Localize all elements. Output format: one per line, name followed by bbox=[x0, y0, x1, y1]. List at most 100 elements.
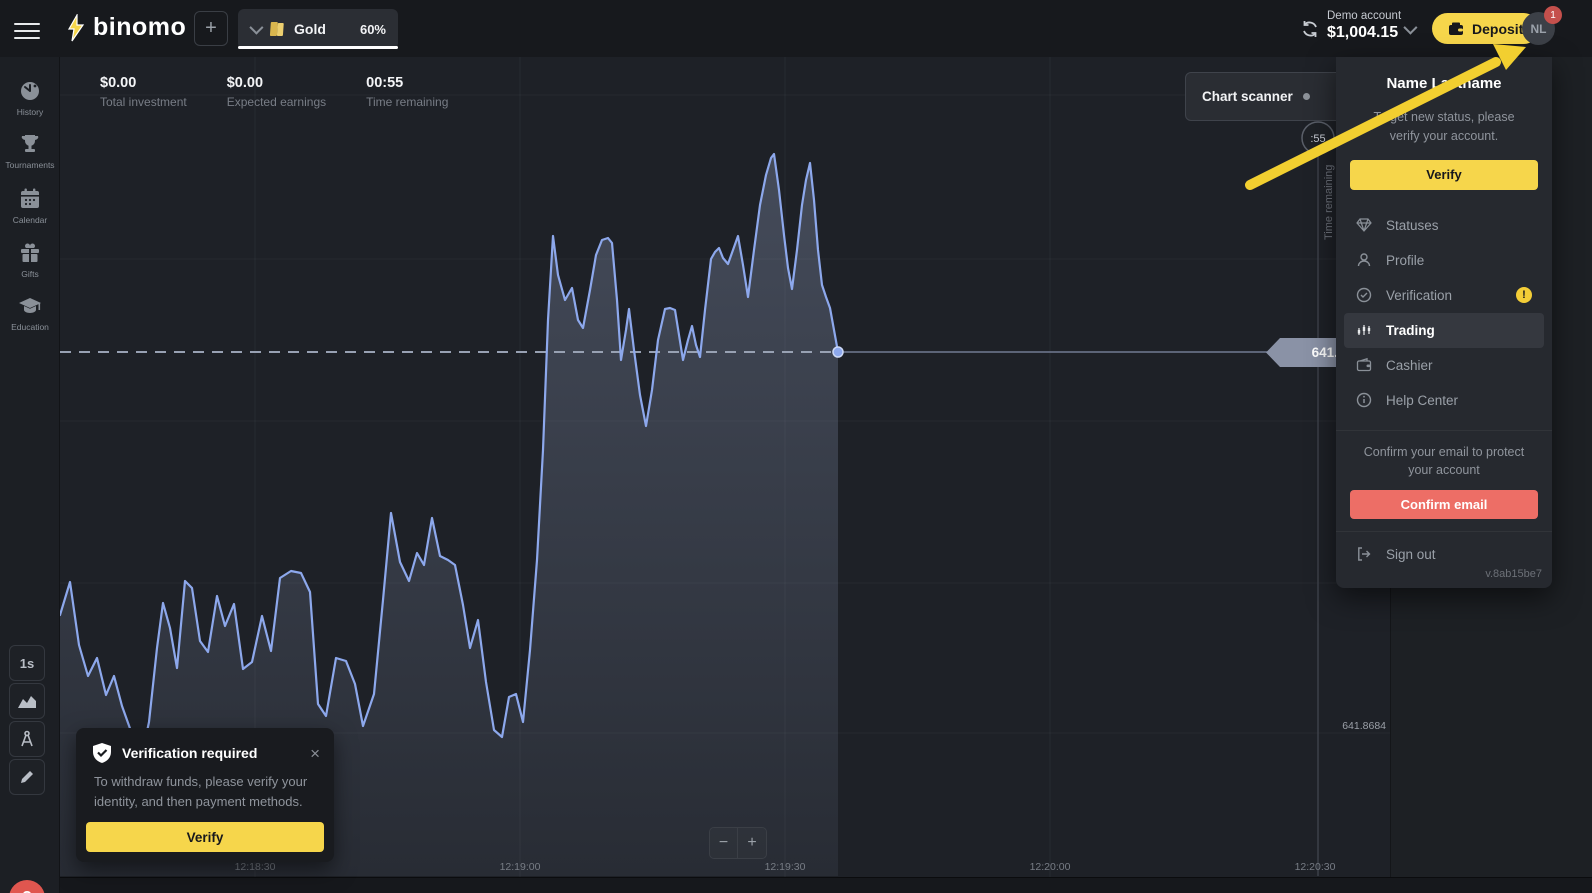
account-selector[interactable]: Demo account $1,004.15 bbox=[1327, 10, 1401, 42]
check-circle-icon bbox=[1356, 287, 1372, 303]
history-clock-icon bbox=[18, 79, 42, 103]
wallet-icon bbox=[1448, 22, 1464, 36]
pencil-icon bbox=[18, 768, 36, 786]
account-balance: $1,004.15 bbox=[1327, 24, 1401, 42]
top-bar: binomo + Gold 60% Demo account $1,004.15 bbox=[0, 0, 1592, 57]
trade-stats: $0.00 Total investment $0.00 Expected ea… bbox=[100, 75, 448, 109]
zoom-out-button[interactable]: − bbox=[710, 828, 738, 858]
menu-item-profile[interactable]: Profile bbox=[1344, 243, 1544, 278]
menu-item-trading[interactable]: Trading bbox=[1344, 313, 1544, 348]
menu-item-statuses[interactable]: Statuses bbox=[1344, 208, 1544, 243]
sign-out-label: Sign out bbox=[1386, 547, 1436, 562]
area-chart-icon bbox=[17, 693, 37, 709]
refresh-icon[interactable] bbox=[1300, 19, 1320, 39]
gem-icon bbox=[1356, 217, 1372, 233]
indicators-button[interactable] bbox=[9, 721, 45, 757]
timeframe-button[interactable]: 1s bbox=[9, 645, 45, 681]
stat-value: $0.00 bbox=[100, 75, 187, 91]
chart-zoom-controls: − + bbox=[709, 827, 767, 859]
chart-scanner-label: Chart scanner bbox=[1202, 89, 1293, 104]
confirm-email-button[interactable]: Confirm email bbox=[1350, 490, 1538, 519]
stat-label: Total investment bbox=[100, 95, 187, 109]
app-version: v.8ab15be7 bbox=[1485, 568, 1542, 580]
help-button[interactable]: ? bbox=[9, 880, 45, 893]
account-type: Demo account bbox=[1327, 10, 1401, 22]
asset-payout: 60% bbox=[360, 22, 386, 37]
divider bbox=[1336, 531, 1552, 532]
toast-body: To withdraw funds, please verify your id… bbox=[76, 764, 334, 812]
user-menu-list: Statuses Profile Verification ! bbox=[1336, 208, 1552, 418]
sidebar-item-calendar[interactable]: Calendar bbox=[0, 187, 60, 225]
compass-icon bbox=[18, 730, 36, 748]
sign-out-button[interactable]: Sign out bbox=[1356, 546, 1532, 562]
bottom-bar bbox=[60, 877, 1592, 893]
menu-item-label: Cashier bbox=[1386, 358, 1433, 373]
binomo-logo: binomo bbox=[66, 13, 186, 42]
gold-bars-icon bbox=[268, 20, 286, 38]
sidebar-item-label: History bbox=[0, 107, 60, 117]
sidebar-item-label: Tournaments bbox=[0, 160, 60, 170]
stat-total-investment: $0.00 Total investment bbox=[100, 75, 187, 109]
sign-out-icon bbox=[1356, 546, 1372, 562]
sidebar-item-history[interactable]: History bbox=[0, 79, 60, 117]
trophy-icon bbox=[18, 132, 42, 156]
time-axis-label: 12:19:30 bbox=[765, 861, 806, 873]
menu-item-cashier[interactable]: Cashier bbox=[1344, 348, 1544, 383]
menu-item-label: Profile bbox=[1386, 253, 1424, 268]
toast-verify-button[interactable]: Verify bbox=[86, 822, 324, 852]
hamburger-menu-icon[interactable] bbox=[14, 18, 40, 38]
info-circle-icon bbox=[1356, 392, 1372, 408]
countdown-text: :55 bbox=[1310, 133, 1325, 145]
time-axis-label: 12:18:30 bbox=[235, 861, 276, 873]
asset-tab-gold[interactable]: Gold 60% bbox=[238, 9, 398, 49]
deadline-label: Time remaining bbox=[1323, 165, 1335, 240]
deposit-label: Deposit bbox=[1472, 21, 1523, 37]
chart-type-button[interactable] bbox=[9, 683, 45, 719]
calendar-icon bbox=[18, 187, 42, 211]
stat-value: $0.00 bbox=[227, 75, 326, 91]
chevron-down-icon[interactable] bbox=[1403, 21, 1417, 35]
menu-item-verification[interactable]: Verification ! bbox=[1344, 278, 1544, 313]
asset-name: Gold bbox=[294, 21, 352, 37]
wallet-icon bbox=[1356, 357, 1372, 373]
menu-item-label: Trading bbox=[1386, 323, 1435, 338]
left-sidebar: History Tournaments Calendar bbox=[0, 57, 60, 893]
menu-item-help-center[interactable]: Help Center bbox=[1344, 383, 1544, 418]
close-icon[interactable]: × bbox=[310, 745, 320, 762]
lightning-bolt-icon bbox=[66, 14, 86, 42]
stat-label: Expected earnings bbox=[227, 95, 326, 109]
verify-account-button[interactable]: Verify bbox=[1350, 160, 1538, 190]
toast-title: Verification required bbox=[122, 745, 300, 761]
time-axis-label: 12:19:00 bbox=[500, 861, 541, 873]
binomo-trading-app: :55 Time remaining 12:18:30 12:19:00 12:19:3… bbox=[0, 0, 1592, 893]
menu-item-label: Verification bbox=[1386, 288, 1452, 303]
toast-header: Verification required × bbox=[76, 728, 334, 764]
notification-count-badge: 1 bbox=[1544, 6, 1562, 24]
status-hint: To get new status, please verify your ac… bbox=[1358, 108, 1530, 146]
sidebar-item-education[interactable]: Education bbox=[0, 294, 60, 332]
person-icon bbox=[1356, 252, 1372, 268]
stat-expected-earnings: $0.00 Expected earnings bbox=[227, 75, 326, 109]
price-axis-label: 641.8684 bbox=[1342, 720, 1386, 732]
user-menu-panel: Name Lastname To get new status, please … bbox=[1336, 57, 1552, 588]
sidebar-item-gifts[interactable]: Gifts bbox=[0, 241, 60, 279]
menu-item-label: Help Center bbox=[1386, 393, 1458, 408]
zoom-in-button[interactable]: + bbox=[738, 828, 766, 858]
sidebar-item-label: Education bbox=[0, 322, 60, 332]
gift-icon bbox=[18, 241, 42, 265]
email-hint: Confirm your email to protect your accou… bbox=[1362, 443, 1526, 481]
logo-text: binomo bbox=[93, 13, 186, 42]
graduation-cap-icon bbox=[17, 294, 43, 318]
add-asset-tab-button[interactable]: + bbox=[194, 11, 228, 46]
time-axis-label: 12:20:30 bbox=[1295, 861, 1336, 873]
menu-item-label: Statuses bbox=[1386, 218, 1439, 233]
drawing-tools-button[interactable] bbox=[9, 759, 45, 795]
stat-time-remaining: 00:55 Time remaining bbox=[366, 75, 448, 109]
sidebar-item-tournaments[interactable]: Tournaments bbox=[0, 132, 60, 170]
chevron-down-icon[interactable] bbox=[249, 21, 263, 35]
sidebar-item-label: Calendar bbox=[0, 215, 60, 225]
user-name: Name Lastname bbox=[1336, 75, 1552, 92]
stat-label: Time remaining bbox=[366, 95, 448, 109]
candlestick-chart-icon bbox=[1356, 322, 1372, 338]
chart-scanner-button[interactable]: Chart scanner bbox=[1185, 72, 1361, 121]
